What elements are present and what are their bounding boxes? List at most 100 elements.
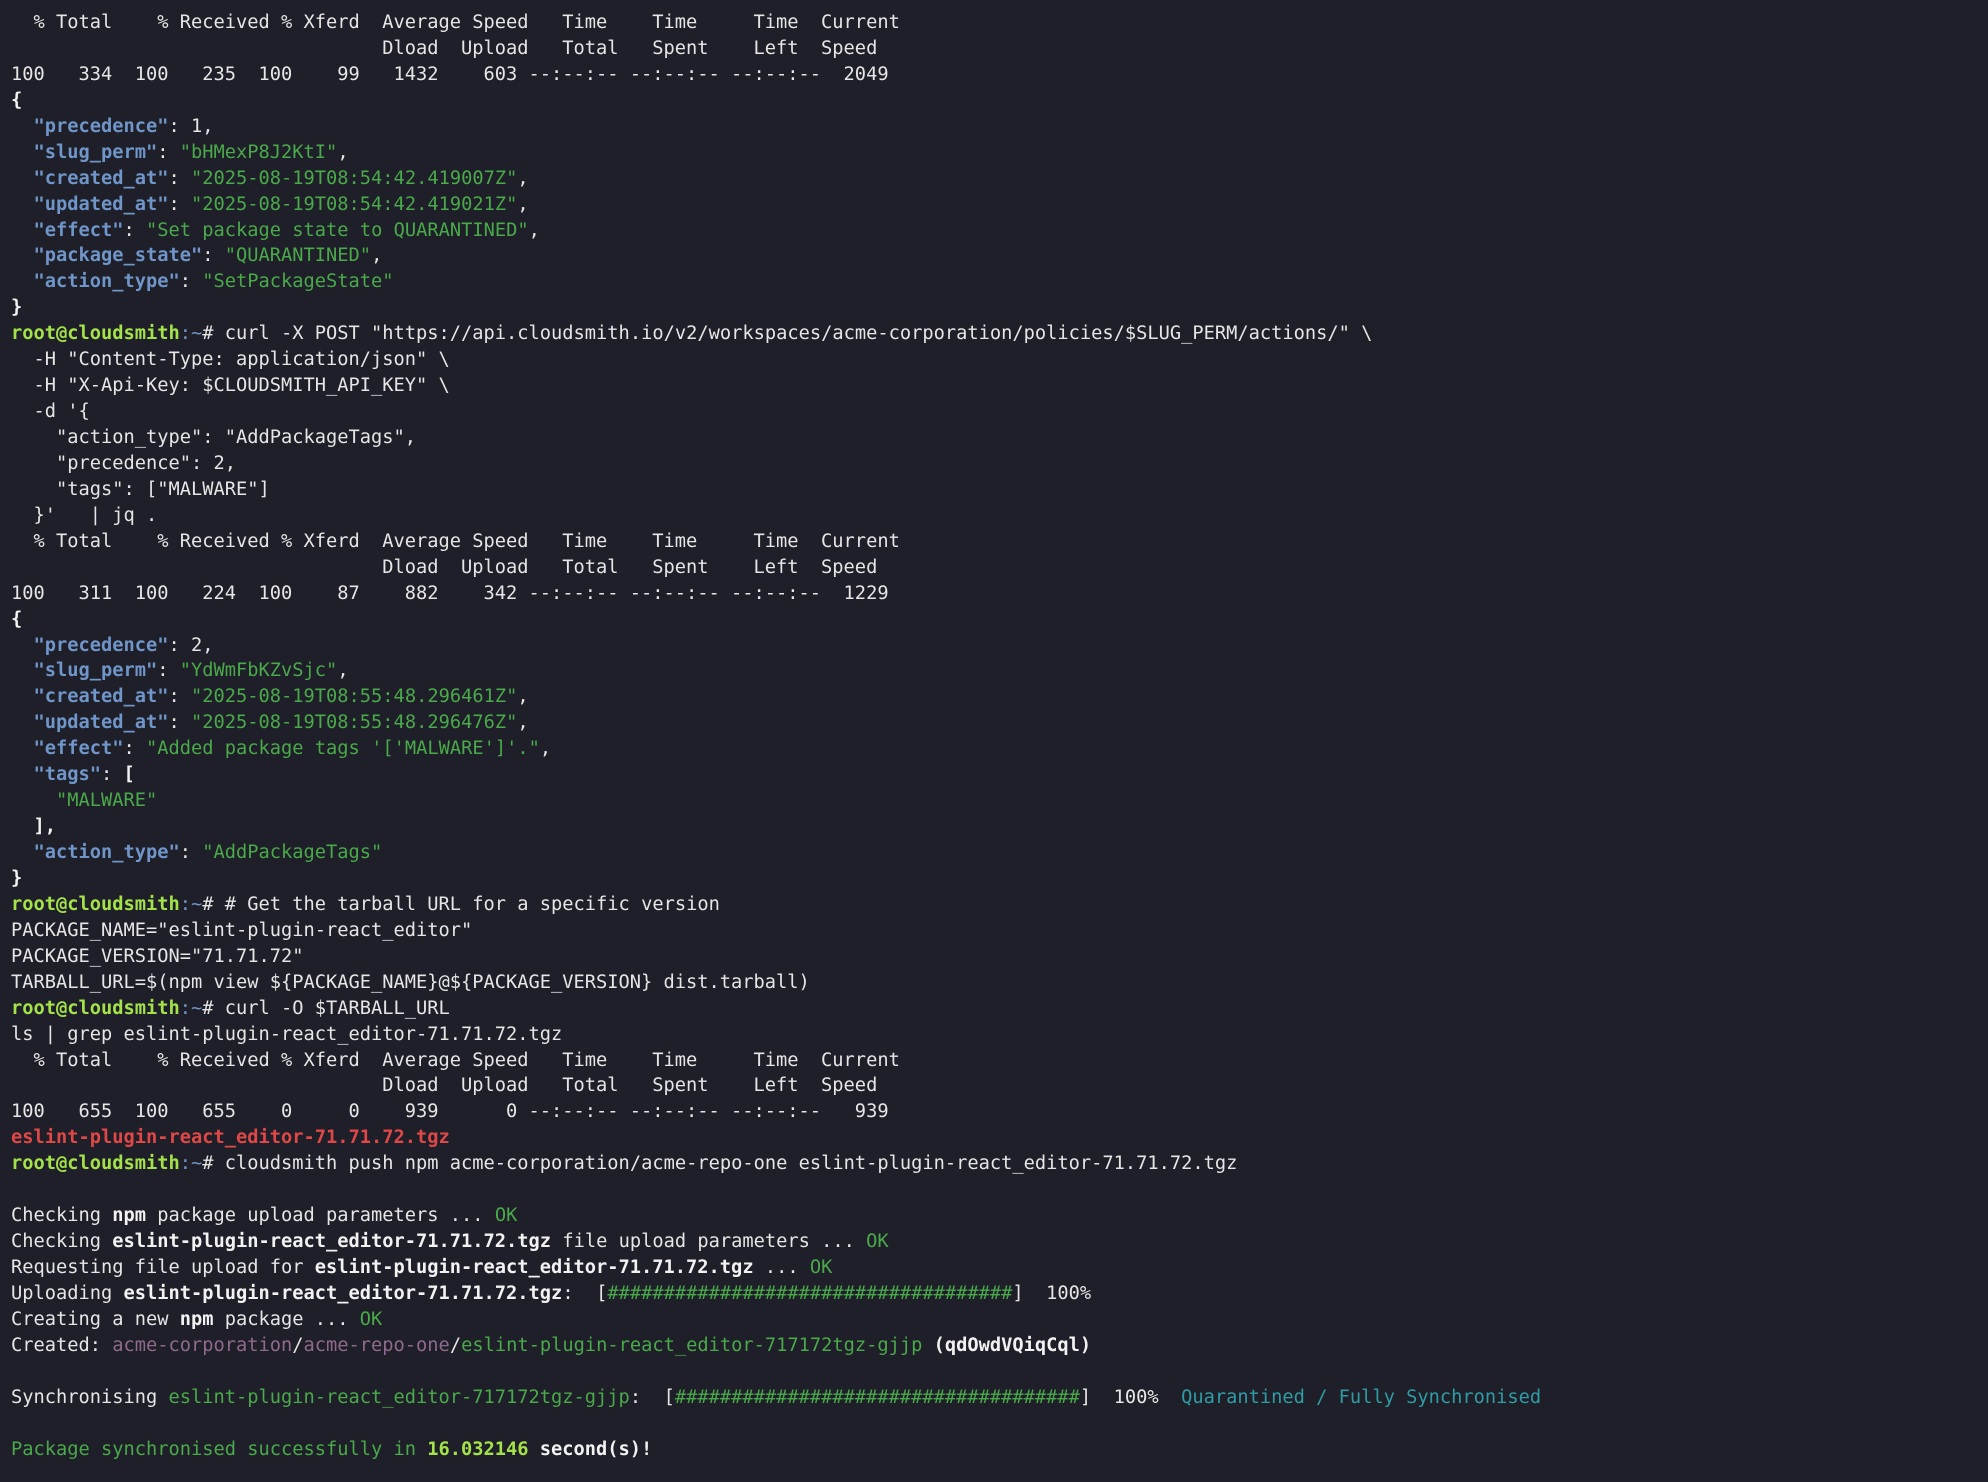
- terminal-text: Creating a new: [11, 1308, 180, 1330]
- json-key: "effect": [33, 738, 124, 760]
- bold-text: {: [11, 89, 23, 111]
- terminal-text: :: [123, 738, 147, 760]
- elapsed-time: 16.032146: [427, 1438, 529, 1460]
- terminal-line: Dload Upload Total Spent Left Speed: [11, 1073, 1988, 1099]
- package-name: eslint-plugin-react_editor-717172tgz-gjj…: [461, 1334, 923, 1356]
- terminal-line: {: [11, 88, 1988, 114]
- json-string: "2025-08-19T08:55:48.296476Z": [191, 712, 518, 734]
- json-string: "YdWmFbKZvSjc": [179, 660, 338, 682]
- terminal-text: PACKAGE_VERSION="71.71.72": [11, 945, 304, 967]
- terminal-line: ls | grep eslint-plugin-react_editor-71.…: [11, 1022, 1988, 1048]
- terminal-text: ...: [753, 1257, 810, 1278]
- terminal-line: "action_type": "AddPackageTags",: [11, 425, 1988, 451]
- terminal-text: 100 334 100 235 100 99 1432 603 --:--:--…: [11, 63, 889, 85]
- terminal-line: 100 311 100 224 100 87 882 342 --:--:-- …: [11, 581, 1988, 607]
- terminal-text: : [: [629, 1386, 675, 1408]
- terminal-text: :: [123, 219, 147, 241]
- terminal-text: :: [168, 712, 192, 734]
- terminal-text: Dload Upload Total Spent Left Speed: [11, 556, 878, 578]
- terminal-text: /: [292, 1334, 304, 1356]
- terminal-text: Checking: [11, 1205, 113, 1227]
- sync-status: Quarantined / Fully Synchronised: [1181, 1386, 1542, 1408]
- terminal-text: Created:: [11, 1334, 113, 1356]
- terminal-text: :: [168, 193, 192, 215]
- terminal-line: Uploading eslint-plugin-react_editor-71.…: [11, 1281, 1988, 1307]
- prompt-user: root@cloudsmith: [11, 323, 180, 345]
- json-key: "precedence": [33, 634, 169, 656]
- terminal-text: :: [179, 842, 203, 863]
- json-string: "2025-08-19T08:55:48.296461Z": [191, 686, 518, 708]
- terminal-text: : 2,: [168, 634, 214, 656]
- bold-text: [: [123, 764, 135, 786]
- terminal-output[interactable]: % Total % Received % Xferd Average Speed…: [0, 0, 1988, 1463]
- terminal-line: "tags": [: [11, 762, 1988, 788]
- progress-bar: ####################################: [607, 1282, 1013, 1304]
- terminal-line: "updated_at": "2025-08-19T08:55:48.29647…: [11, 710, 1988, 736]
- terminal-line: "precedence": 2,: [11, 451, 1988, 477]
- json-key: "created_at": [33, 686, 169, 708]
- json-string: "MALWARE": [56, 790, 158, 812]
- terminal-line: Checking eslint-plugin-react_editor-71.7…: [11, 1229, 1988, 1255]
- terminal-line: Creating a new npm package ... OK: [11, 1307, 1988, 1333]
- terminal-text: % Total % Received % Xferd Average Speed…: [11, 530, 900, 552]
- terminal-text: package ...: [213, 1308, 360, 1330]
- terminal-line: "action_type": "SetPackageState": [11, 269, 1988, 295]
- json-key: "action_type": [33, 271, 180, 293]
- bold-text: npm: [112, 1205, 147, 1227]
- progress-bar: ####################################: [674, 1386, 1080, 1408]
- prompt-path: :~: [179, 893, 203, 915]
- json-key: "updated_at": [33, 712, 169, 734]
- terminal-line: 100 334 100 235 100 99 1432 603 --:--:--…: [11, 62, 1988, 88]
- json-key: "package_state": [33, 245, 203, 267]
- terminal-text: /: [449, 1334, 462, 1356]
- json-key: "slug_perm": [33, 660, 158, 682]
- terminal-line: % Total % Received % Xferd Average Speed…: [11, 10, 1988, 36]
- terminal-text: ,: [371, 245, 383, 267]
- status-ok: OK: [359, 1308, 383, 1330]
- json-string: "2025-08-19T08:54:42.419007Z": [191, 167, 518, 189]
- terminal-line: Dload Upload Total Spent Left Speed: [11, 36, 1988, 62]
- terminal-text: :: [101, 764, 124, 786]
- terminal-text: "action_type": "AddPackageTags",: [11, 427, 417, 448]
- terminal-text: Dload Upload Total Spent Left Speed: [11, 1075, 878, 1097]
- terminal-text: ,: [337, 660, 349, 682]
- prompt-user: root@cloudsmith: [11, 1153, 180, 1175]
- terminal-text: # curl -X POST "https://api.cloudsmith.i…: [202, 323, 1373, 345]
- terminal-text: PACKAGE_NAME="eslint-plugin-react_editor…: [11, 919, 473, 941]
- bold-text: eslint-plugin-react_editor-71.71.72.tgz: [314, 1257, 754, 1278]
- json-string: "AddPackageTags": [202, 842, 383, 863]
- prompt-user: root@cloudsmith: [11, 893, 180, 915]
- terminal-line: Created: acme-corporation/acme-repo-one/…: [11, 1333, 1988, 1359]
- status-ok: OK: [866, 1231, 889, 1253]
- terminal-line: root@cloudsmith:~# cloudsmith push npm a…: [11, 1151, 1988, 1177]
- terminal-text: ,: [517, 167, 529, 189]
- terminal-text: ls | grep eslint-plugin-react_editor-71.…: [11, 1023, 563, 1045]
- bold-text: second(s)!: [528, 1438, 653, 1460]
- json-key: "slug_perm": [33, 141, 158, 163]
- terminal-line: % Total % Received % Xferd Average Speed…: [11, 1048, 1988, 1074]
- terminal-line: % Total % Received % Xferd Average Speed…: [11, 529, 1988, 555]
- terminal-text: package upload parameters ...: [146, 1205, 495, 1227]
- bold-text: }: [11, 867, 23, 889]
- json-string: "QUARANTINED": [224, 245, 372, 267]
- json-string: "bHMexP8J2KtI": [179, 141, 338, 163]
- terminal-text: ] 100%: [1079, 1386, 1182, 1408]
- terminal-line: "created_at": "2025-08-19T08:55:48.29646…: [11, 684, 1988, 710]
- terminal-line: "action_type": "AddPackageTags": [11, 840, 1988, 866]
- terminal-text: :: [168, 167, 192, 189]
- bold-text: }: [11, 297, 23, 319]
- terminal-line: PACKAGE_VERSION="71.71.72": [11, 944, 1988, 970]
- terminal-text: 100 655 100 655 0 0 939 0 --:--:-- --:--…: [11, 1101, 889, 1123]
- json-string: "2025-08-19T08:54:42.419021Z": [191, 193, 518, 215]
